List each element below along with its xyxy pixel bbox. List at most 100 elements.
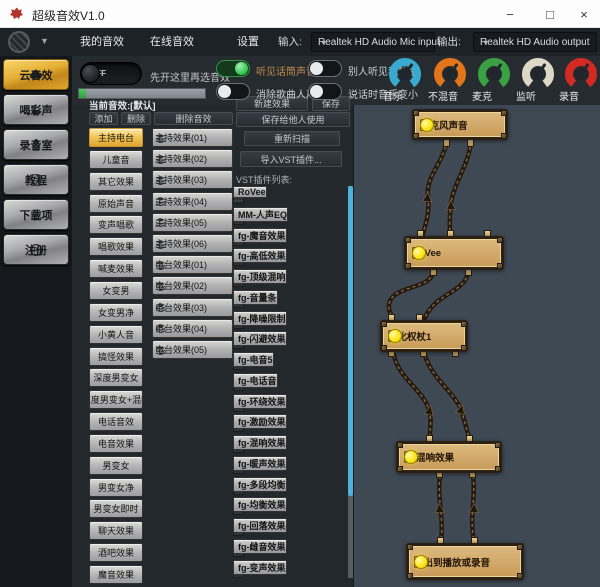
graph-node-fg-reverb[interactable]: fg-混响效果 xyxy=(396,441,502,473)
vst-plugin-item[interactable]: fg-环绕效果 xyxy=(233,394,287,409)
vst-plugin-item[interactable]: fg-激励效果 xyxy=(233,414,287,429)
master-power-toggle[interactable]: OFF xyxy=(80,62,142,85)
category-item[interactable]: 喊麦效果 xyxy=(89,259,143,278)
knob-music[interactable]: 音乐 xyxy=(383,57,427,103)
category-item[interactable]: 主持电台 xyxy=(89,128,143,147)
led-indicator[interactable] xyxy=(420,118,434,132)
sidebar-item-download[interactable]: 下载项 xyxy=(3,199,69,230)
category-item[interactable]: 电话音效 xyxy=(89,412,143,431)
knob-no-mix[interactable]: 不混音 xyxy=(428,57,472,103)
toggle-4[interactable] xyxy=(308,83,342,100)
saved-effect-item[interactable]: 电台效果(05) xyxy=(152,340,233,359)
dropdown-caret-icon[interactable]: ▼ xyxy=(40,36,49,46)
vst-plugin-row: fg-闪避效果 xyxy=(233,331,347,349)
led-indicator[interactable] xyxy=(414,555,428,569)
tab-online-effects[interactable]: 在线音效 xyxy=(144,28,200,56)
vst-plugin-item[interactable]: fg-电话音 xyxy=(233,373,278,388)
saved-effect-item[interactable]: 电台效果(03) xyxy=(152,298,233,317)
delete-effect-button[interactable]: 删除音效 xyxy=(154,112,233,125)
knob-mic[interactable]: 麦克 xyxy=(472,57,516,103)
sidebar-item-microphone[interactable]: 录音室 xyxy=(3,129,69,160)
saved-effect-item[interactable]: 主持效果(03) xyxy=(152,170,233,189)
led-indicator[interactable] xyxy=(404,450,418,464)
toggle-2[interactable] xyxy=(308,60,342,77)
vst-plugin-item[interactable]: fg-混响效果 xyxy=(233,435,287,450)
graph-node-rovee[interactable]: RoVee xyxy=(404,236,504,270)
saved-effect-item[interactable]: 主持效果(04) xyxy=(152,192,233,211)
saved-effect-item[interactable]: 电台效果(01) xyxy=(152,255,233,274)
led-indicator[interactable] xyxy=(412,246,426,260)
import-vst-button[interactable]: 导入VST插件... xyxy=(240,151,342,167)
vst-plugin-item[interactable]: RoVee xyxy=(233,186,267,198)
saved-effect-item[interactable]: 主持效果(05) xyxy=(152,213,233,232)
minimize-button[interactable]: − xyxy=(492,0,528,28)
vst-plugin-item[interactable]: fg-顶级混响 xyxy=(233,269,287,284)
led-indicator[interactable] xyxy=(388,329,402,343)
vst-plugin-item[interactable]: fg-均衡效果 xyxy=(233,497,287,512)
delete-button[interactable]: 删除 xyxy=(121,112,151,125)
category-item[interactable]: 小黄人音 xyxy=(89,325,143,344)
vst-plugin-item[interactable]: fg-降噪限制 xyxy=(233,311,287,326)
saved-effect-item[interactable]: 主持效果(01) xyxy=(152,128,233,147)
vst-plugin-row: fg-降噪限制 xyxy=(233,311,347,329)
vst-plugin-item[interactable]: fg-闪避效果 xyxy=(233,331,287,346)
save-for-others-button[interactable]: 保存给他人使用 xyxy=(236,112,350,127)
vst-plugin-item[interactable]: fg-雌音效果 xyxy=(233,539,287,554)
category-item[interactable]: 男变女即时 xyxy=(89,499,143,518)
knob-icon[interactable] xyxy=(8,31,30,53)
vst-plugin-item[interactable]: fg-回落效果 xyxy=(233,518,287,533)
current-effect-label: 当前音效:[默认] xyxy=(89,98,156,112)
category-item[interactable]: 其它效果 xyxy=(89,172,143,191)
category-item[interactable]: 儿童音 xyxy=(89,150,143,169)
vst-plugin-item[interactable]: fg-电音5 xyxy=(233,352,274,367)
category-item[interactable]: 深度男变女+混响 xyxy=(89,390,143,409)
sidebar-item-tutorial[interactable]: 教程 xyxy=(3,164,69,195)
sidebar-item-applause[interactable]: 喝彩声 xyxy=(3,94,69,125)
category-item[interactable]: 男变女净 xyxy=(89,478,143,497)
vst-plugin-item[interactable]: fg-暖声效果 xyxy=(233,456,287,471)
sidebar-item-register[interactable]: R注册 xyxy=(3,234,69,265)
graph-node-output[interactable]: 输出到播放或录音 xyxy=(406,543,524,580)
category-item[interactable]: 原始声音 xyxy=(89,194,143,213)
sidebar-item-cloud[interactable]: 云音效 xyxy=(3,59,69,90)
output-device-select[interactable]: Realtek HD Audio output ▾ xyxy=(473,32,597,52)
maximize-button[interactable]: □ xyxy=(532,0,568,28)
vst-plugin-item[interactable]: fg-高低效果 xyxy=(233,248,287,263)
category-item[interactable]: 电音效果 xyxy=(89,434,143,453)
saved-effect-item[interactable]: 电台效果(04) xyxy=(152,319,233,338)
vst-plugin-item[interactable]: fg-音量条 xyxy=(233,290,278,305)
knob-record[interactable]: 录音 xyxy=(559,57,600,103)
category-item[interactable]: 女变男 xyxy=(89,281,143,300)
category-item[interactable]: 深度男变女 xyxy=(89,368,143,387)
corner-bracket xyxy=(497,263,503,269)
vst-plugin-item[interactable]: fg-多段均衡 xyxy=(233,477,287,492)
vst-plugin-item[interactable]: fg-魔音效果 xyxy=(233,228,287,243)
category-item[interactable]: 女变男净 xyxy=(89,303,143,322)
tab-settings[interactable]: 设置 xyxy=(231,28,265,56)
vst-plugin-row: fg-环绕效果 xyxy=(233,394,347,412)
toggle-1[interactable] xyxy=(216,60,250,77)
close-button[interactable]: × xyxy=(566,0,600,28)
graph-node-mic-input[interactable]: 麦克风声音 xyxy=(412,109,508,140)
saved-effect-item[interactable]: 主持效果(06) xyxy=(152,234,233,253)
category-item[interactable]: 聊天效果 xyxy=(89,521,143,540)
category-item[interactable]: 唱歌效果 xyxy=(89,237,143,256)
graph-node-purify-staff[interactable]: 净化权杖1 xyxy=(380,320,468,352)
corner-bracket xyxy=(497,237,503,243)
toggle-label: 消除歌曲人声 xyxy=(256,86,316,101)
saved-effect-item[interactable]: 电台效果(02) xyxy=(152,276,233,295)
saved-effect-item[interactable]: 主持效果(02) xyxy=(152,149,233,168)
category-item[interactable]: 搞怪效果 xyxy=(89,347,143,366)
tab-my-effects[interactable]: 我的音效 xyxy=(74,28,130,56)
add-button[interactable]: 添加 xyxy=(89,112,118,125)
toggle-3[interactable] xyxy=(216,83,250,100)
input-device-select[interactable]: Realtek HD Audio Mic input ▾ xyxy=(311,32,435,52)
vst-plugin-item[interactable]: fg-变声效果 xyxy=(233,560,287,575)
category-item[interactable]: 变声唱歌 xyxy=(89,215,143,234)
category-item[interactable]: 魔音效果 xyxy=(89,565,143,584)
knob-monitor[interactable]: 监听 xyxy=(516,57,560,103)
category-item[interactable]: 男变女 xyxy=(89,456,143,475)
category-item[interactable]: 酒吧效果 xyxy=(89,543,143,562)
vst-plugin-item[interactable]: MM-人声EQ xyxy=(233,207,288,222)
rescan-button[interactable]: 重新扫描 xyxy=(244,131,340,146)
